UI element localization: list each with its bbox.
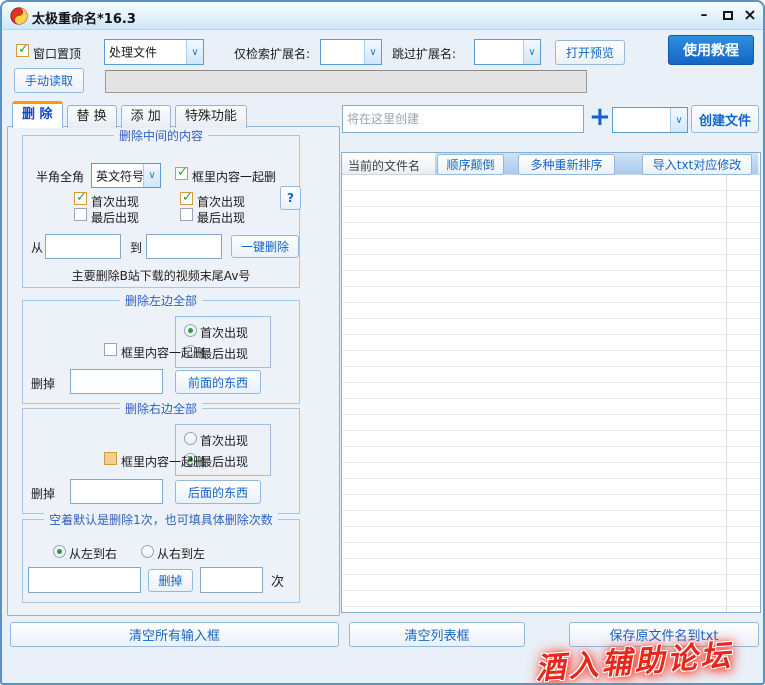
skip-ext-select[interactable]: ∨ <box>474 39 541 65</box>
list-header-label[interactable]: 当前的文件名 <box>348 157 420 174</box>
list-header: 当前的文件名 顺序颠倒 多种重新排序 导入txt对应修改 <box>342 153 760 175</box>
middle-last1-checkbox[interactable] <box>74 208 87 221</box>
right-delete-input[interactable] <box>70 479 163 504</box>
create-name-input[interactable] <box>342 105 584 133</box>
tab-delete[interactable]: 删 除 <box>12 101 63 128</box>
middle-first2-label: 首次出现 <box>197 193 245 210</box>
chevron-down-icon[interactable]: ∨ <box>143 164 160 187</box>
right-box-content-label: 框里内容一起删 <box>121 453 205 470</box>
window-title: 太极重命名*16.3 <box>32 8 136 27</box>
right-last-label: 最后出现 <box>200 453 248 470</box>
create-ext-select[interactable]: ∨ <box>612 107 688 133</box>
group-delete-right: 删除右边全部 首次出现 最后出现 框里内容一起删 删掉 后面的东西 <box>22 408 300 514</box>
only-ext-label: 仅检索扩展名: <box>234 45 310 62</box>
tab-strip: 删 除 替 换 添 加 特殊功能 <box>12 101 247 128</box>
left-last-label: 最后出现 <box>200 345 248 362</box>
file-list: 当前的文件名 顺序颠倒 多种重新排序 导入txt对应修改 <box>341 152 761 613</box>
import-txt-button[interactable]: 导入txt对应修改 <box>642 154 752 175</box>
reverse-order-button[interactable]: 顺序颠倒 <box>437 154 504 175</box>
one-key-delete-button[interactable]: 一键删除 <box>231 235 299 258</box>
clear-all-inputs-button[interactable]: 清空所有输入框 <box>10 622 339 647</box>
left-delete-label: 删掉 <box>31 375 55 392</box>
middle-last2-label: 最后出现 <box>197 209 245 226</box>
times-unit-label: 次 <box>271 571 284 590</box>
rtl-label: 从右到左 <box>157 545 205 562</box>
manual-read-button[interactable]: 手动读取 <box>14 68 84 93</box>
times-text-input[interactable] <box>28 567 141 593</box>
left-box-content-label: 框里内容一起删 <box>121 344 205 361</box>
close-icon[interactable]: × <box>740 5 760 25</box>
symbol-type-select[interactable]: 英文符号 ∨ <box>91 163 161 188</box>
left-first-label: 首次出现 <box>200 324 248 341</box>
tutorial-button[interactable]: 使用教程 <box>668 35 754 65</box>
left-delete-input[interactable] <box>70 369 163 394</box>
group-delete-middle: 删除中间的内容 半角全角 英文符号 ∨ 框里内容一起删 首次出现 最后出现 首次… <box>22 135 300 288</box>
ltr-label: 从左到右 <box>69 545 117 562</box>
maximize-square <box>723 11 733 20</box>
save-names-txt-button[interactable]: 保存原文件名到txt <box>569 622 759 647</box>
from-input[interactable] <box>45 234 121 259</box>
bilibili-hint: 主要删除B站下载的视频末尾Av号 <box>23 267 299 284</box>
right-delete-label: 删掉 <box>31 485 55 502</box>
right-first-radio[interactable] <box>184 432 197 445</box>
skip-ext-label: 跳过扩展名: <box>392 45 456 62</box>
minimize-icon[interactable]: – <box>694 5 714 25</box>
middle-box-content-checkbox[interactable] <box>175 167 188 180</box>
ltr-radio[interactable] <box>53 545 66 558</box>
right-box-content-checkbox[interactable] <box>104 452 117 465</box>
process-mode-value: 处理文件 <box>109 44 157 61</box>
only-ext-select[interactable]: ∨ <box>320 39 382 65</box>
rtl-radio[interactable] <box>141 545 154 558</box>
middle-first1-label: 首次出现 <box>91 193 139 210</box>
to-input[interactable] <box>146 234 222 259</box>
process-mode-select[interactable]: 处理文件 ∨ <box>104 39 204 65</box>
column-divider <box>726 175 727 612</box>
middle-last2-checkbox[interactable] <box>180 208 193 221</box>
times-count-input[interactable] <box>200 567 263 593</box>
middle-box-content-label: 框里内容一起删 <box>192 168 276 185</box>
chevron-down-icon[interactable]: ∨ <box>523 40 540 64</box>
chevron-down-icon[interactable]: ∨ <box>670 108 687 132</box>
middle-first2-checkbox[interactable] <box>180 192 193 205</box>
group-delete-times: 空着默认是删除1次，也可填具体删除次数 从左到右 从右到左 删掉 次 <box>22 519 300 603</box>
from-label: 从 <box>31 239 43 256</box>
window-on-top-label: 窗口置顶 <box>33 45 81 62</box>
tab-replace[interactable]: 替 换 <box>67 105 117 128</box>
list-body[interactable] <box>342 175 760 612</box>
window-on-top-checkbox[interactable] <box>16 44 29 57</box>
left-action-button[interactable]: 前面的东西 <box>175 370 261 394</box>
right-first-label: 首次出现 <box>200 432 248 449</box>
to-label: 到 <box>130 239 142 256</box>
create-file-button[interactable]: 创建文件 <box>691 105 759 133</box>
left-box-content-checkbox[interactable] <box>104 343 117 356</box>
plus-icon: + <box>589 104 611 130</box>
tab-add[interactable]: 添 加 <box>121 105 171 128</box>
symbol-type-value: 英文符号 <box>96 167 144 184</box>
chevron-down-icon[interactable]: ∨ <box>364 40 381 64</box>
titlebar: 太极重命名*16.3 – × <box>2 2 763 30</box>
times-delete-button[interactable]: 删掉 <box>148 569 193 592</box>
chevron-down-icon[interactable]: ∨ <box>186 40 203 64</box>
app-window: 太极重命名*16.3 – × 窗口置顶 处理文件 ∨ 仅检索扩展名: ∨ 跳过扩… <box>0 0 765 685</box>
middle-first1-checkbox[interactable] <box>74 192 87 205</box>
multi-sort-button[interactable]: 多种重新排序 <box>518 154 615 175</box>
open-preview-button[interactable]: 打开预览 <box>555 40 625 65</box>
clear-list-button[interactable]: 清空列表框 <box>349 622 525 647</box>
group-delete-left: 删除左边全部 首次出现 最后出现 框里内容一起删 删掉 前面的东西 <box>22 300 300 404</box>
taiji-app-icon <box>10 7 28 25</box>
width-mode-label: 半角全角 <box>36 168 84 185</box>
middle-last1-label: 最后出现 <box>91 209 139 226</box>
right-action-button[interactable]: 后面的东西 <box>175 480 261 504</box>
help-button[interactable]: ? <box>280 186 301 210</box>
maximize-icon[interactable] <box>718 5 738 25</box>
left-first-radio[interactable] <box>184 324 197 337</box>
path-input[interactable] <box>105 70 587 93</box>
tab-special[interactable]: 特殊功能 <box>175 105 247 128</box>
